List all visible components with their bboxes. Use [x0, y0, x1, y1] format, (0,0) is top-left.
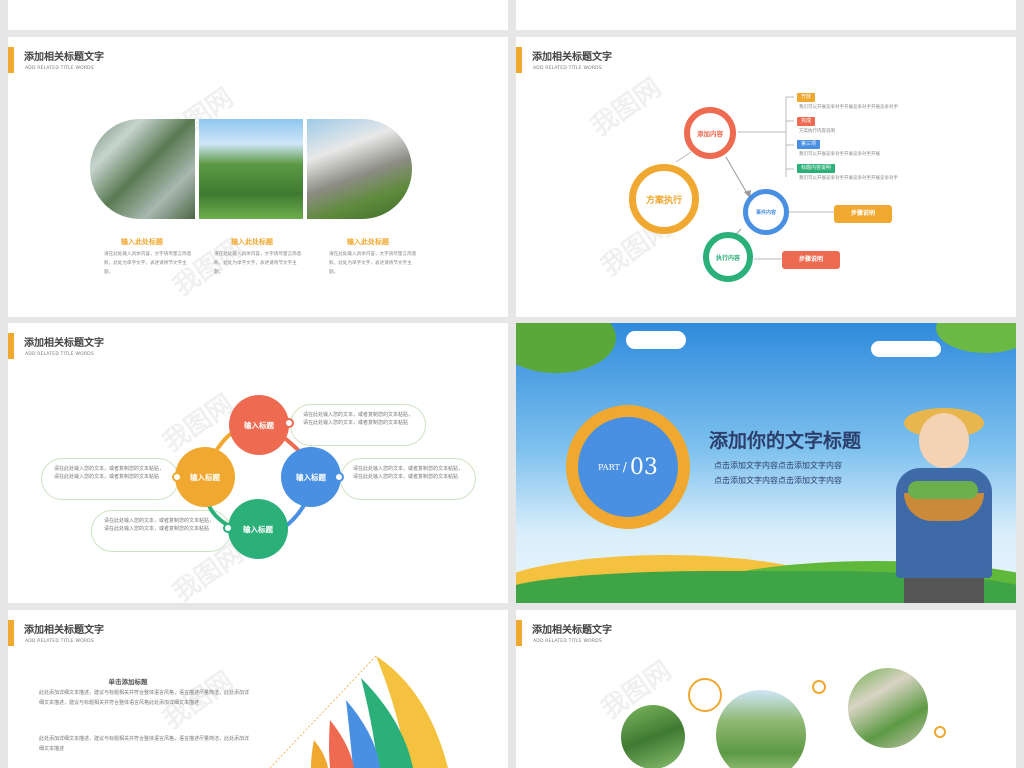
- slide-title: 添加相关标题文字: [24, 52, 104, 63]
- deco-ring: [812, 680, 826, 694]
- connector-dot: [334, 472, 344, 482]
- tag-text: 方案执行内容说明: [799, 129, 835, 134]
- photo-strip: [90, 119, 412, 219]
- connector-dot: [284, 418, 294, 428]
- part-badge: PART / 03: [578, 417, 678, 517]
- header-accent-bar: [8, 47, 14, 73]
- mountain-field-photo-circle: [716, 690, 806, 768]
- town-photo-circle: [848, 668, 928, 748]
- slide-thumbnail-grid: 添加相关标题文字 ADD RELATED TITLE WORDS 我图网 我图网…: [0, 0, 1024, 768]
- slide-subtitle: ADD RELATED TITLE WORDS: [25, 66, 94, 71]
- tag-text: 我们可以开展竞争对手开展竞争对手开展竞争对手: [799, 176, 898, 181]
- tag-label: 第三项: [797, 140, 821, 149]
- title-bubble: 输入标题: [281, 447, 341, 507]
- execute-circle: 执行内容: [703, 232, 753, 282]
- connector-dot: [172, 472, 182, 482]
- event-circle: 事件内容: [743, 189, 789, 235]
- section-line: 点击添加文字内容点击添加文字内容: [714, 461, 842, 470]
- slide-thumbnail-flow[interactable]: 添加相关标题文字 ADD RELATED TITLE WORDS 我图网 我图网…: [516, 37, 1016, 317]
- greenhouse-photo: [90, 119, 195, 219]
- connector-dot: [223, 523, 233, 533]
- slide-subtitle: ADD RELATED TITLE WORDS: [533, 639, 602, 644]
- part-label: PART: [598, 462, 620, 472]
- slide-thumbnail-bubbles[interactable]: 添加相关标题文字 ADD RELATED TITLE WORDS 我图网 我图网…: [8, 323, 508, 603]
- plan-circle: 方案执行: [629, 164, 699, 234]
- column-body: 请在此处输入具体内容，文字请尽量言简意赅，此处为单字文字，表述请将节文字主题。: [214, 252, 302, 275]
- flow-connectors: [675, 96, 834, 260]
- column-title: 输入此处标题: [231, 238, 273, 246]
- step-pill: 步骤说明: [834, 205, 892, 223]
- deco-ring: [934, 726, 946, 738]
- section-title: 添加你的文字标题: [709, 430, 862, 452]
- slide-thumbnail-circles[interactable]: 添加相关标题文字 ADD RELATED TITLE WORDS 我图网: [516, 610, 1016, 768]
- village-road-photo: [307, 119, 412, 219]
- column-body: 请在此处输入具体内容，文字请尽量言简意赅，此处为单字文字，表述请将节文字主题。: [104, 252, 192, 275]
- village-photo-circle: [621, 705, 685, 768]
- tag-label: 完成: [797, 117, 816, 126]
- deco-ring: [688, 678, 722, 712]
- slide-title: 添加相关标题文字: [532, 625, 612, 636]
- part-slash: /: [622, 460, 627, 474]
- tag-text: 我们可以开展竞争对手开展竞争对手开展: [799, 152, 880, 157]
- column-body: 请在此处输入具体内容，文字请尽量言简意赅，此处为单字文字，表述请将节文字主题。: [329, 252, 417, 275]
- tag-text: 我们可以开展竞争对手开展竞争对手开展竞争对手: [799, 105, 898, 110]
- slide-thumbnail-photos[interactable]: 添加相关标题文字 ADD RELATED TITLE WORDS 我图网 我图网…: [8, 37, 508, 317]
- tag-label: 标题内容说明: [797, 164, 836, 173]
- section-line: 点击添加文字内容点击添加文字内容: [714, 476, 842, 485]
- slide-thumbnail-top-left[interactable]: [8, 0, 508, 30]
- countryside-photo: [198, 119, 304, 219]
- cloud-icon: [871, 341, 941, 357]
- content-circle: 添加内容: [684, 107, 736, 159]
- tag-label: 开放: [797, 93, 816, 102]
- part-number: 03: [629, 454, 658, 480]
- title-bubble: 输入标题: [229, 395, 289, 455]
- slide-thumbnail-part03[interactable]: PART / 03 添加你的文字标题 点击添加文字内容点击添加文字内容 点击添加…: [516, 323, 1016, 603]
- title-bubble: 输入标题: [175, 447, 235, 507]
- fan-graphic: [269, 655, 448, 768]
- slide-thumbnail-top-right[interactable]: [516, 0, 1016, 30]
- column-title: 输入此处标题: [121, 238, 163, 246]
- slide-thumbnail-text-fan[interactable]: 添加相关标题文字 ADD RELATED TITLE WORDS 我图网 单击添…: [8, 610, 508, 768]
- cloud-icon: [626, 331, 686, 349]
- column-title: 输入此处标题: [347, 238, 389, 246]
- bubble-links: [202, 431, 312, 530]
- step-pill: 步骤说明: [782, 251, 840, 269]
- header-accent-bar: [516, 620, 522, 646]
- title-bubble: 输入标题: [228, 499, 288, 559]
